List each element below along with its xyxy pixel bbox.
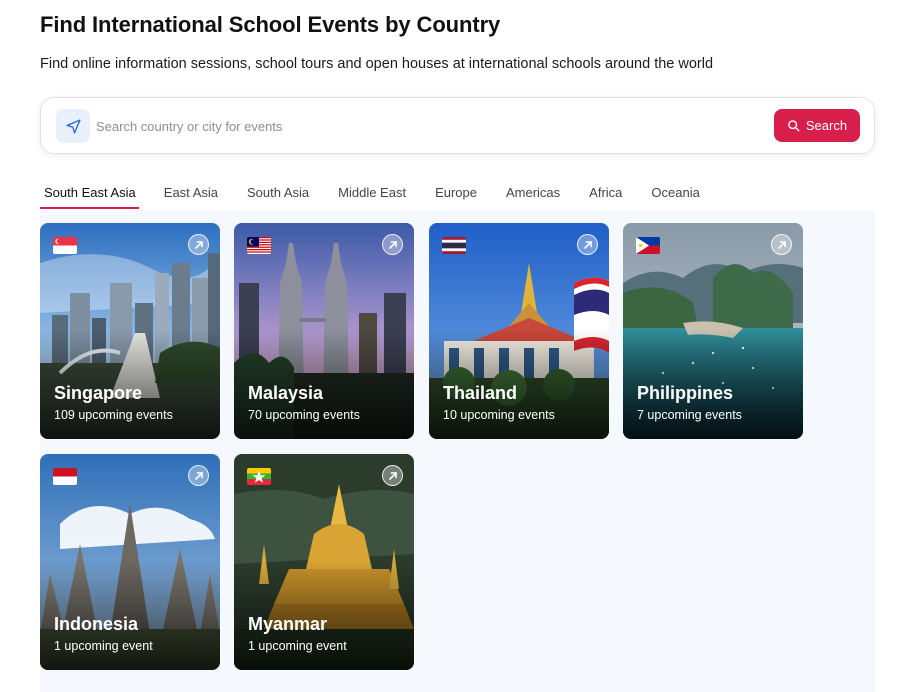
country-card-malaysia[interactable]: Malaysia 70 upcoming events — [234, 223, 414, 439]
search-bar: Search — [40, 97, 875, 154]
tab-oceania[interactable]: Oceania — [647, 178, 703, 209]
country-card-singapore[interactable]: Singapore 109 upcoming events — [40, 223, 220, 439]
country-name: Singapore — [54, 383, 143, 403]
country-card-philippines[interactable]: Philippines 7 upcoming events — [623, 223, 803, 439]
singapore-flag-icon — [53, 237, 77, 254]
search-icon — [788, 120, 800, 132]
open-arrow-icon[interactable] — [382, 465, 403, 486]
thailand-flag-icon — [442, 237, 466, 254]
navigation-arrow-icon — [65, 118, 81, 134]
event-count: 7 upcoming events — [637, 408, 742, 422]
open-arrow-icon[interactable] — [382, 234, 403, 255]
country-name: Indonesia — [54, 614, 139, 634]
open-arrow-icon[interactable] — [188, 465, 209, 486]
event-count: 1 upcoming event — [54, 639, 153, 653]
open-arrow-icon[interactable] — [188, 234, 209, 255]
country-name: Philippines — [637, 383, 734, 403]
tab-east-asia[interactable]: East Asia — [160, 178, 222, 209]
page-subtitle: Find online information sessions, school… — [40, 56, 714, 72]
tab-europe[interactable]: Europe — [431, 178, 481, 209]
myanmar-flag-icon — [247, 468, 271, 485]
event-count: 1 upcoming event — [248, 639, 347, 653]
location-button[interactable] — [56, 109, 90, 143]
malaysia-flag-icon — [247, 237, 271, 254]
country-card-indonesia[interactable]: Indonesia 1 upcoming event — [40, 454, 220, 670]
open-arrow-icon[interactable] — [577, 234, 598, 255]
philippines-flag-icon — [636, 237, 660, 254]
search-button-label: Search — [805, 118, 848, 133]
event-count: 109 upcoming events — [54, 408, 173, 422]
tab-americas[interactable]: Americas — [502, 178, 564, 209]
tab-africa[interactable]: Africa — [585, 178, 626, 209]
page-title: Find International School Events by Coun… — [40, 12, 501, 37]
event-count: 70 upcoming events — [248, 408, 360, 422]
region-tabs: South East Asia East Asia South Asia Mid… — [40, 178, 725, 210]
tab-middle-east[interactable]: Middle East — [334, 178, 410, 209]
country-name: Thailand — [443, 383, 518, 403]
tab-south-east-asia[interactable]: South East Asia — [40, 178, 139, 209]
event-count: 10 upcoming events — [443, 408, 555, 422]
tab-south-asia[interactable]: South Asia — [243, 178, 313, 209]
country-name: Myanmar — [248, 614, 328, 634]
country-card-myanmar[interactable]: Myanmar 1 upcoming event — [234, 454, 414, 670]
search-input[interactable] — [96, 114, 756, 138]
country-card-thailand[interactable]: Thailand 10 upcoming events — [429, 223, 609, 439]
country-name: Malaysia — [248, 383, 324, 403]
indonesia-flag-icon — [53, 468, 77, 485]
open-arrow-icon[interactable] — [771, 234, 792, 255]
search-button[interactable]: Search — [774, 109, 860, 142]
